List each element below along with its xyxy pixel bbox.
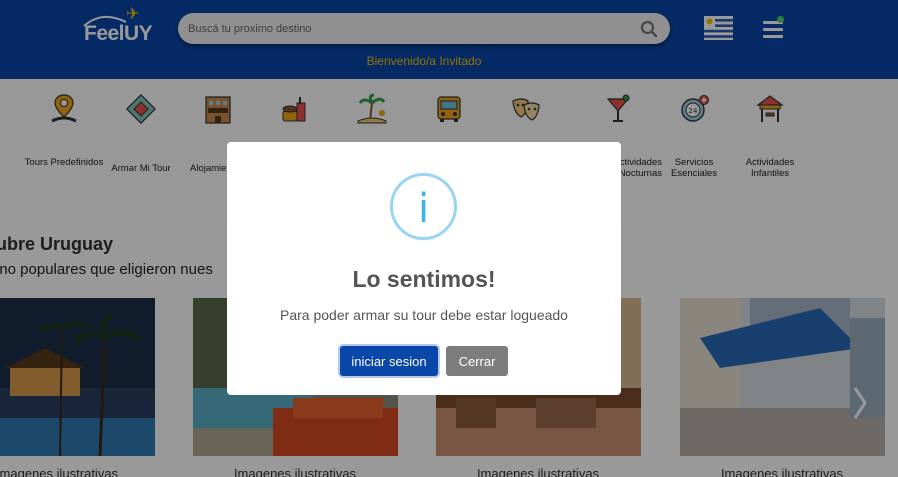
login-required-dialog: i Lo sentimos! Para poder armar su tour … — [227, 142, 621, 395]
login-button[interactable]: iniciar sesion — [340, 346, 438, 376]
dialog-title: Lo sentimos! — [352, 266, 496, 292]
info-icon: i — [390, 173, 457, 240]
dialog-message: Para poder armar su tour debe estar logu… — [280, 307, 568, 323]
close-button[interactable]: Cerrar — [446, 346, 508, 376]
